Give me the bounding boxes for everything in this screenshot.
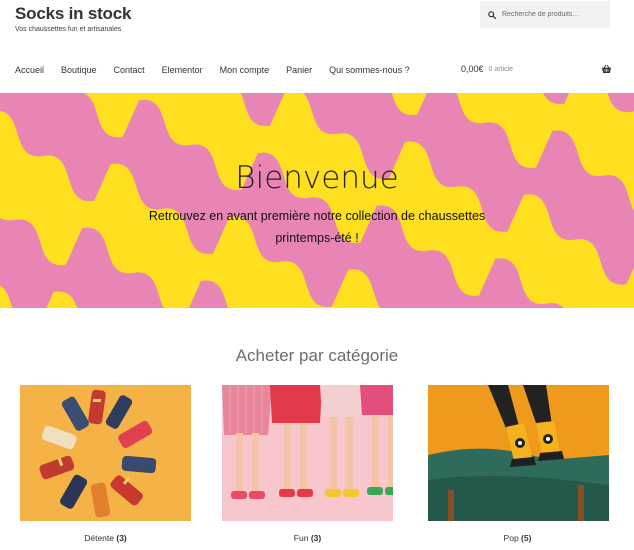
header-cart[interactable]: 0,00€ 0 article <box>461 64 612 74</box>
nav-item-panier[interactable]: Panier <box>286 65 312 75</box>
cart-count: 0 article <box>488 65 513 73</box>
nav-item-boutique[interactable]: Boutique <box>61 65 97 75</box>
category-count: (5) <box>521 533 532 543</box>
basket-icon <box>601 64 612 73</box>
hero-wave-pattern <box>0 93 634 308</box>
nav-item-elementor[interactable]: Elementor <box>162 65 203 75</box>
cart-amount: 0,00€ <box>460 64 484 74</box>
category-label-pop[interactable]: Pop (5) <box>432 533 603 543</box>
hero-title: Bienvenue <box>235 160 399 196</box>
nav-item-mon-compte[interactable]: Mon compte <box>220 65 270 75</box>
category-name: Fun <box>293 533 309 543</box>
category-count: (3) <box>116 533 127 543</box>
search-input[interactable] <box>502 11 602 18</box>
search-box <box>480 1 610 28</box>
search-icon <box>488 10 496 19</box>
category-count: (3) <box>310 533 322 543</box>
site-title[interactable]: Socks in stock <box>15 4 131 24</box>
hero-text: Retrouvez en avant première notre collec… <box>0 205 634 249</box>
nav-item-qui-sommes-nous[interactable]: Qui sommes-nous ? <box>329 65 410 75</box>
hero-text-line-1: Retrouvez en avant première notre collec… <box>148 209 486 223</box>
nav-item-contact[interactable]: Contact <box>114 65 145 75</box>
category-label-fun[interactable]: Fun (3) <box>222 533 393 543</box>
category-image-fun[interactable] <box>222 385 393 521</box>
category-image-detente[interactable] <box>20 385 191 521</box>
category-label-detente[interactable]: Détente (3) <box>20 533 191 543</box>
nav-item-accueil[interactable]: Accueil <box>15 65 44 75</box>
primary-nav: Accueil Boutique Contact Elementor Mon c… <box>15 65 427 75</box>
hero-banner <box>0 93 634 308</box>
category-name: Détente <box>84 533 114 543</box>
hero-text-line-2: printemps-été ! <box>275 231 359 245</box>
category-name: Pop <box>503 533 519 543</box>
category-image-pop[interactable] <box>428 385 609 521</box>
site-tagline: Vos chaussettes fun et artisanales <box>15 26 122 33</box>
categories-heading: Acheter par catégorie <box>235 346 399 365</box>
